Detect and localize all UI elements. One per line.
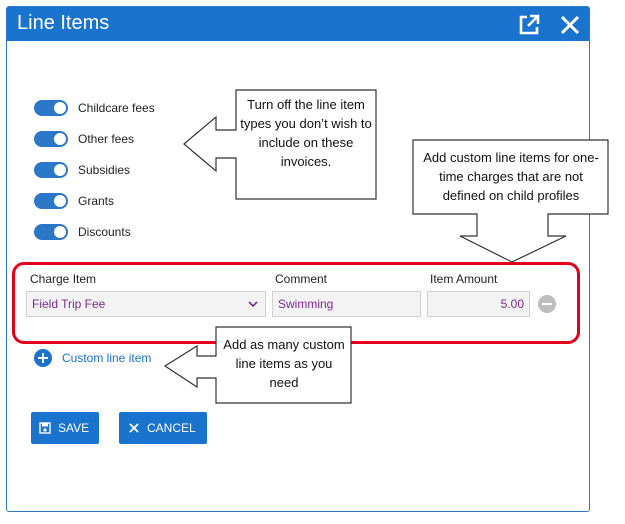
callout-add-text: Add as many custom line items as you nee…	[223, 337, 345, 390]
callout-custom-text: Add custom line items for one-time charg…	[423, 150, 599, 203]
callout-arrows	[163, 89, 609, 404]
callout-toggles-text: Turn off the line item types you don’t w…	[240, 97, 372, 169]
